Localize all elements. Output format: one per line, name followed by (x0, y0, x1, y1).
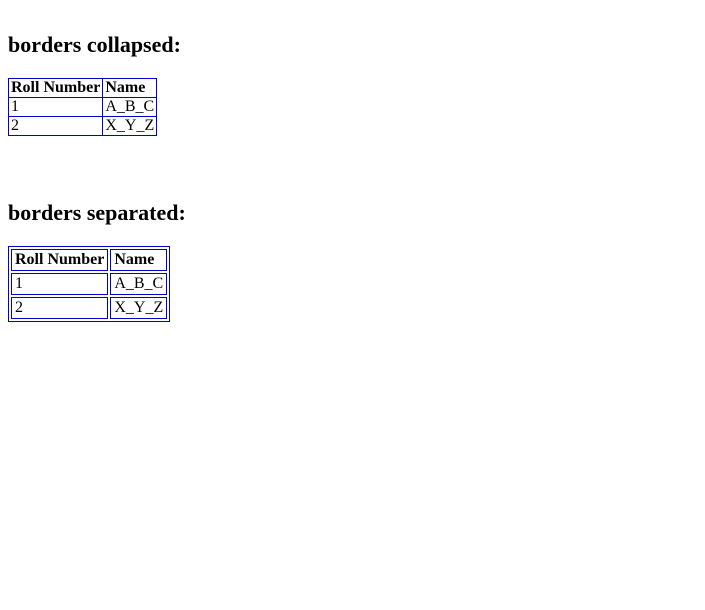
col-header-name: Name (110, 249, 167, 271)
table-row: 1 A_B_C (11, 273, 167, 295)
table-collapsed: Roll Number Name 1 A_B_C 2 X_Y_Z (8, 78, 157, 136)
table-row: 1 A_B_C (9, 98, 157, 117)
cell-roll: 1 (9, 98, 103, 117)
table-separated: Roll Number Name 1 A_B_C 2 X_Y_Z (8, 246, 170, 322)
cell-roll: 2 (9, 117, 103, 136)
cell-name: X_Y_Z (110, 297, 167, 319)
cell-name: A_B_C (103, 98, 157, 117)
heading-separated: borders separated: (8, 200, 697, 226)
heading-collapsed: borders collapsed: (8, 32, 697, 58)
cell-name: X_Y_Z (103, 117, 157, 136)
cell-name: A_B_C (110, 273, 167, 295)
table-row: Roll Number Name (9, 79, 157, 98)
col-header-roll: Roll Number (9, 79, 103, 98)
table-row: 2 X_Y_Z (9, 117, 157, 136)
cell-roll: 2 (11, 297, 108, 319)
col-header-name: Name (103, 79, 157, 98)
col-header-roll: Roll Number (11, 249, 108, 271)
table-row: 2 X_Y_Z (11, 297, 167, 319)
cell-roll: 1 (11, 273, 108, 295)
table-row: Roll Number Name (11, 249, 167, 271)
